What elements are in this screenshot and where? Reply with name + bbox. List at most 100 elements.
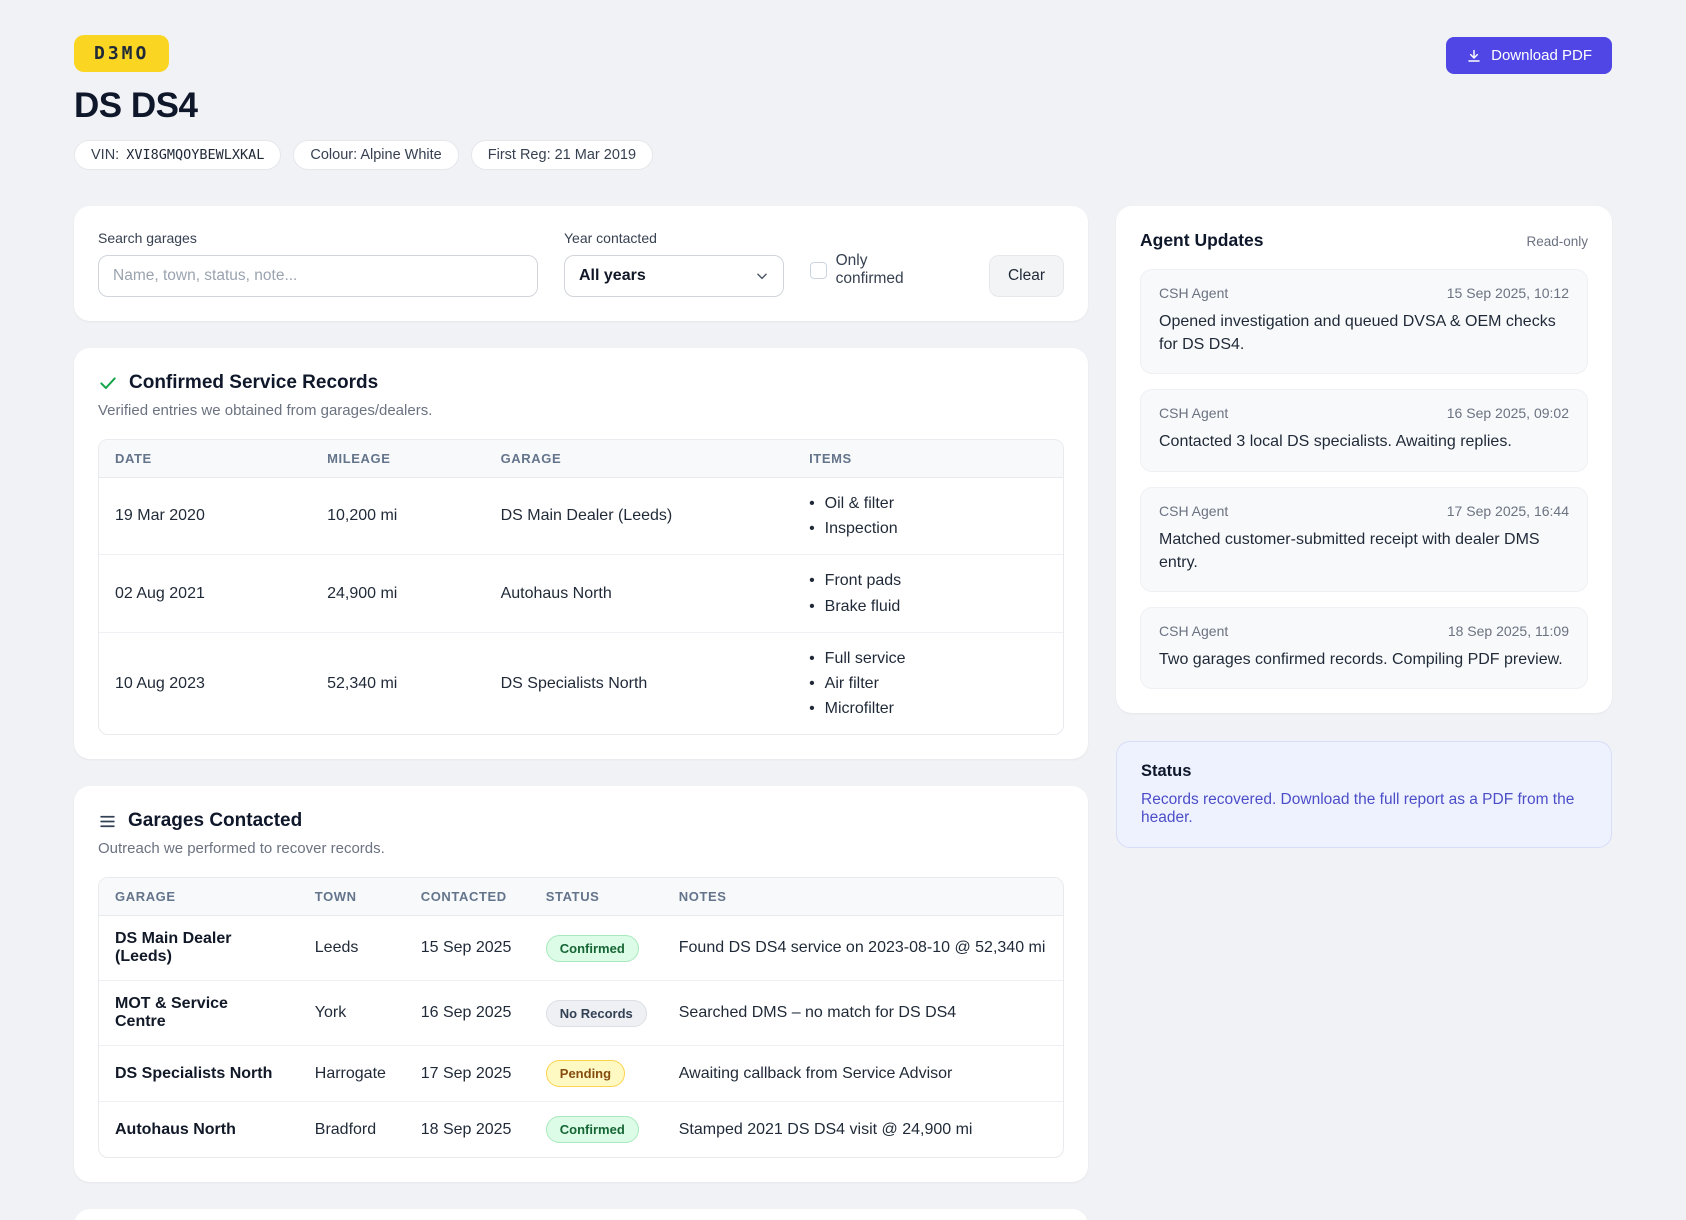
garage-notes: Found DS DS4 service on 2023-08-10 @ 52,… bbox=[662, 915, 1063, 982]
agent-timestamp: 18 Sep 2025, 11:09 bbox=[1447, 622, 1569, 639]
garage-town: Harrogate bbox=[298, 1045, 405, 1103]
table-row: 02 Aug 2021 24,900 mi Autohaus North • Front… bbox=[99, 554, 1063, 633]
garage-name: DS Specialists North bbox=[99, 1045, 299, 1103]
only-confirmed-checkbox[interactable]: Only confirmed bbox=[810, 252, 937, 288]
record-mileage: 52,340 mi bbox=[327, 674, 398, 692]
column-header: Items bbox=[793, 440, 1063, 478]
confirmed-records-subtitle: Verified entries we obtained from garage… bbox=[98, 402, 433, 419]
garage-status-cell: No Records bbox=[529, 980, 663, 1047]
bullet-icon: • bbox=[809, 700, 815, 718]
garages-contacted-card: Garages Contacted Outreach we performed … bbox=[74, 786, 1088, 1183]
menu-lines-icon bbox=[98, 812, 117, 831]
record-mileage: 24,900 mi bbox=[311, 554, 485, 633]
item-entry: • Inspection bbox=[809, 517, 1047, 540]
item-label: Inspection bbox=[824, 520, 898, 538]
garage-notes: Awaiting callback from Service Advisor bbox=[662, 1045, 1063, 1103]
chip-value: XVI8GMQOYBEWLXKAL bbox=[126, 147, 265, 163]
agent-name: CSH Agent bbox=[1159, 622, 1229, 639]
status-badge: Pending bbox=[545, 1060, 626, 1088]
record-date: 10 Aug 2023 bbox=[115, 674, 205, 692]
search-input[interactable] bbox=[98, 255, 538, 297]
column-header: Status bbox=[529, 878, 663, 917]
record-items: • Oil & filter • Inspection bbox=[793, 477, 1063, 556]
agent-update-meta: CSH Agent 16 Sep 2025, 09:02 bbox=[1159, 405, 1569, 421]
item-entry: • Oil & filter bbox=[809, 492, 1047, 515]
checkbox-box-icon bbox=[810, 261, 827, 279]
garage-town: Bradford bbox=[314, 1120, 377, 1138]
vehicle-chip: First Reg: 21 Mar 2019 bbox=[470, 140, 654, 170]
table-row: DS Main Dealer (Leeds) Leeds 15 Sep 2025 Co… bbox=[99, 915, 1063, 982]
garage-contacted-date: 18 Sep 2025 bbox=[420, 1120, 512, 1138]
column-header: Date bbox=[99, 440, 312, 478]
vehicle-chip: VIN: XVI8GMQOYBEWLXKAL bbox=[74, 140, 282, 170]
garage-status-cell: Pending bbox=[529, 1045, 663, 1103]
agent-updates-list: CSH Agent 15 Sep 2025, 10:12 Opened invest… bbox=[1140, 269, 1588, 690]
content-layout: Search garages Year contacted All years bbox=[74, 206, 1612, 1220]
agent-update-meta: CSH Agent 18 Sep 2025, 11:09 bbox=[1159, 623, 1569, 639]
chip-label: VIN: bbox=[91, 147, 120, 163]
column-header: Garage bbox=[484, 440, 794, 478]
chevron-down-icon bbox=[755, 269, 769, 283]
table-row: 19 Mar 2020 10,200 mi DS Main Dealer (Leed… bbox=[99, 477, 1063, 556]
item-label: Oil & filter bbox=[824, 495, 895, 512]
garage-town: Leeds bbox=[298, 915, 405, 982]
confirmed-records-card: Confirmed Service Records Verified entri… bbox=[74, 348, 1088, 760]
garage-town: York bbox=[298, 980, 405, 1047]
items-list: • Full service • Air filter • Microfilter bbox=[809, 647, 1047, 721]
demo-badge: D3MO bbox=[74, 35, 170, 72]
agent-update: CSH Agent 17 Sep 2025, 16:44 Matched custo… bbox=[1140, 486, 1588, 592]
agent-updates-title: Agent Updates bbox=[1140, 230, 1264, 250]
bullet-icon: • bbox=[809, 649, 815, 667]
year-select[interactable]: All years bbox=[564, 255, 784, 297]
item-label: Front pads bbox=[824, 572, 902, 590]
garage-notes: Stamped 2021 DS DS4 visit @ 24,900 mi bbox=[678, 1120, 973, 1138]
only-confirmed-label: Only confirmed bbox=[835, 252, 904, 287]
status-title: Status bbox=[1141, 762, 1192, 781]
bullet-icon: • bbox=[809, 572, 815, 590]
column-header: Garage bbox=[99, 878, 299, 917]
clear-button[interactable]: Clear bbox=[988, 255, 1064, 297]
agent-timestamp: 15 Sep 2025, 10:12 bbox=[1446, 285, 1569, 301]
item-label: Microfilter bbox=[824, 700, 895, 718]
agent-update: CSH Agent 15 Sep 2025, 10:12 Opened invest… bbox=[1140, 269, 1588, 375]
item-entry: • Air filter bbox=[809, 672, 1047, 695]
search-label: Search garages bbox=[98, 230, 197, 246]
garage-contacted-date: 16 Sep 2025 bbox=[404, 980, 530, 1047]
agent-update-meta: CSH Agent 15 Sep 2025, 10:12 bbox=[1159, 285, 1569, 301]
status-badge: Confirmed bbox=[545, 1116, 639, 1144]
vehicle-header: D3MO DS DS4 VIN: XVI8GMQOYBEWLXKAL Colour:… bbox=[74, 35, 654, 170]
year-select-value: All years bbox=[579, 267, 646, 284]
bullet-icon: • bbox=[809, 520, 815, 538]
table-row: DS Specialists North Harrogate 17 Sep 2025… bbox=[99, 1045, 1063, 1103]
download-icon bbox=[1466, 48, 1482, 64]
table-row: MOT & Service Centre York 16 Sep 2025 No Re… bbox=[99, 980, 1063, 1047]
record-garage: DS Main Dealer (Leeds) bbox=[484, 477, 794, 556]
garage-contacted-date: 15 Sep 2025 bbox=[404, 915, 530, 982]
record-items: • Front pads • Brake fluid bbox=[793, 554, 1063, 633]
bullet-icon: • bbox=[809, 597, 815, 615]
agent-name: CSH Agent bbox=[1159, 405, 1229, 422]
sidebar: Agent Updates Read-only CSH Agent 15 Sep … bbox=[1116, 206, 1612, 849]
table-row: Autohaus North Bradford 18 Sep 2025 Confirm… bbox=[99, 1102, 1063, 1158]
topbar: D3MO DS DS4 VIN: XVI8GMQOYBEWLXKAL Colour:… bbox=[74, 35, 1612, 170]
garages-contacted-table: Garage Town Contacted Status Notes DS Main D… bbox=[98, 877, 1064, 1159]
year-field: Year contacted All years bbox=[564, 230, 784, 297]
agent-timestamp: 16 Sep 2025, 09:02 bbox=[1446, 405, 1569, 422]
agent-message: Contacted 3 local DS specialists. Awaiti… bbox=[1159, 433, 1512, 451]
garage-name: DS Main Dealer (Leeds) bbox=[99, 915, 299, 982]
item-entry: • Full service bbox=[809, 647, 1047, 670]
vehicle-chip: Colour: Alpine White bbox=[293, 140, 459, 170]
garage-status-cell: Confirmed bbox=[529, 915, 663, 982]
record-garage: DS Specialists North bbox=[500, 674, 648, 692]
agent-timestamp: 17 Sep 2025, 16:44 bbox=[1446, 502, 1569, 519]
page-title: DS DS4 bbox=[74, 86, 198, 125]
download-pdf-button[interactable]: Download PDF bbox=[1446, 37, 1612, 74]
year-label: Year contacted bbox=[564, 230, 657, 246]
status-card: Status Records recovered. Download the f… bbox=[1116, 741, 1612, 849]
table-row: 10 Aug 2023 52,340 mi DS Specialists North… bbox=[99, 632, 1063, 734]
status-badge: No Records bbox=[545, 999, 647, 1027]
record-date: 19 Mar 2020 bbox=[99, 477, 312, 556]
page: D3MO DS DS4 VIN: XVI8GMQOYBEWLXKAL Colour:… bbox=[0, 0, 1686, 1220]
item-entry: • Front pads bbox=[809, 569, 1047, 592]
garage-name: Autohaus North bbox=[115, 1120, 236, 1138]
